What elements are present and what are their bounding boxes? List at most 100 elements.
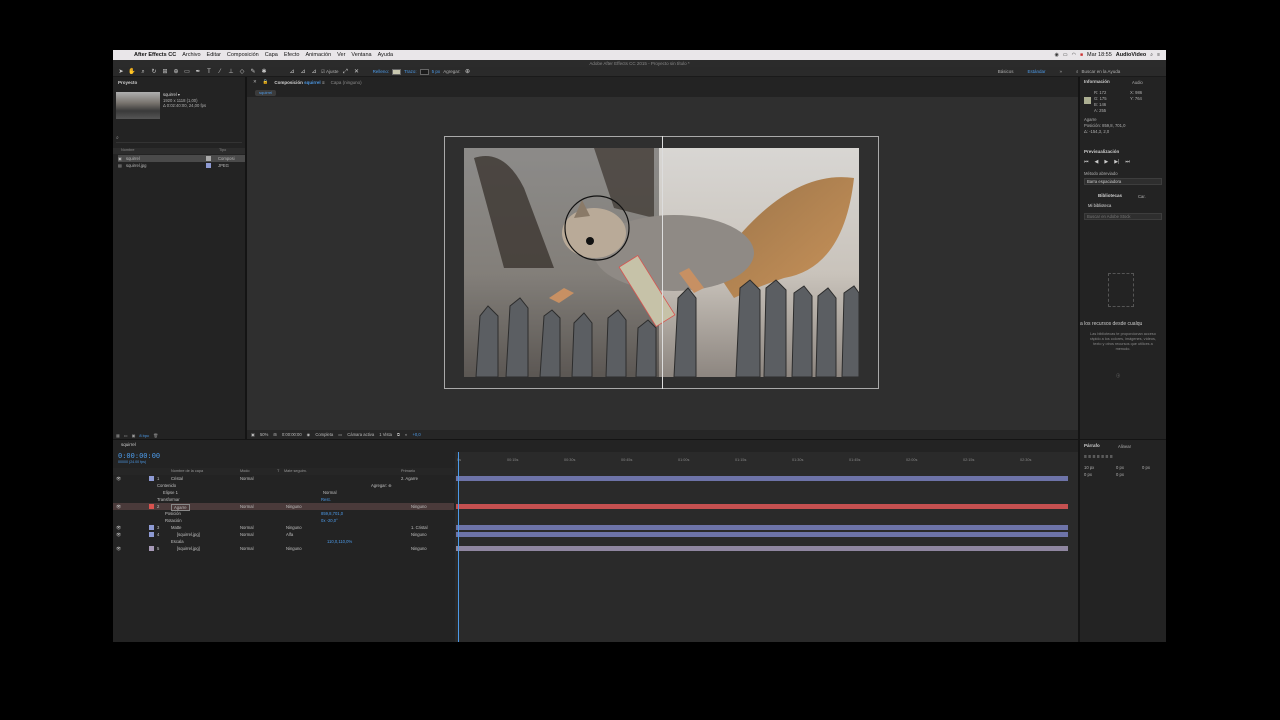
toggle-icon[interactable]: ⧉ bbox=[397, 432, 400, 437]
eye-icon[interactable]: 👁 bbox=[116, 545, 121, 552]
selection-tool-icon[interactable]: ➤ bbox=[117, 68, 125, 76]
playhead[interactable] bbox=[458, 452, 459, 642]
snap-option-icon[interactable]: ⤢ bbox=[342, 68, 350, 76]
col-name[interactable]: Nombre bbox=[121, 148, 135, 152]
layer-matte[interactable]: Ninguno bbox=[286, 503, 302, 510]
layer-mode[interactable]: Normal bbox=[240, 531, 254, 538]
alignment-icons[interactable]: ≡ ≡ ≡ ≡ ≡ ≡ ≡ bbox=[1084, 454, 1113, 460]
snap-option2-icon[interactable]: ✕ bbox=[353, 68, 361, 76]
eye-icon[interactable]: 👁 bbox=[116, 475, 121, 482]
layer-row-selected[interactable]: 👁 2 Agarre Normal Ninguno Ninguno bbox=[113, 503, 454, 511]
resolution-dropdown[interactable]: Completa bbox=[315, 432, 333, 437]
indent-left[interactable]: 10 px bbox=[1084, 465, 1094, 470]
project-item-comp[interactable]: ▣ squirrel Composi bbox=[118, 155, 245, 162]
brush-tool-icon[interactable]: ⁄ bbox=[216, 68, 224, 76]
layer-bar[interactable] bbox=[456, 476, 1068, 481]
clock[interactable]: Mar 18:55 bbox=[1087, 52, 1112, 58]
composition-viewer[interactable] bbox=[247, 97, 1078, 430]
tab-audio[interactable]: Audio bbox=[1132, 80, 1143, 85]
zoom-dropdown[interactable]: 50% bbox=[260, 432, 268, 437]
add-property[interactable]: Agregar: ⊕ bbox=[371, 482, 392, 489]
menu-efecto[interactable]: Efecto bbox=[281, 52, 303, 58]
grid-icon[interactable]: ⊞ bbox=[273, 432, 277, 437]
tab-align[interactable]: Alinear bbox=[1118, 444, 1131, 449]
layer-bar[interactable] bbox=[456, 532, 1068, 537]
hand-tool-icon[interactable]: ✋ bbox=[128, 68, 136, 76]
indent-right[interactable]: 0 px bbox=[1116, 465, 1124, 470]
views-dropdown[interactable]: 1 Vista bbox=[379, 432, 392, 437]
exposure-value[interactable]: +0,0 bbox=[412, 432, 420, 437]
pen-tool-icon[interactable]: ✒ bbox=[194, 68, 202, 76]
layer-matte[interactable]: Ninguno bbox=[286, 545, 302, 552]
library-dropdown[interactable]: Mi biblioteca bbox=[1088, 203, 1111, 208]
menu-archivo[interactable]: Archivo bbox=[179, 52, 203, 58]
pan-behind-tool-icon[interactable]: ⊕ bbox=[172, 68, 180, 76]
zoom-tool-icon[interactable]: ⌕ bbox=[139, 68, 147, 76]
tab-paragraph[interactable]: Párrafo bbox=[1084, 443, 1100, 448]
info-circle-icon[interactable]: ⓘ bbox=[1116, 373, 1120, 379]
layer-row[interactable]: 👁 5 [squirrel.jpg] Normal Ninguno Ningun… bbox=[113, 545, 454, 552]
project-item-jpg[interactable]: ▤ squirrel.jpg JPEG bbox=[118, 162, 245, 169]
world-axis-icon[interactable]: ⊿ bbox=[299, 68, 307, 76]
camera-tool-icon[interactable]: ⊞ bbox=[161, 68, 169, 76]
project-item-name[interactable]: squirrel ▾ bbox=[163, 92, 180, 97]
time-ruler[interactable]: 0s 00:15s 00:30s 00:45s 01:00s 01:15s 01… bbox=[455, 458, 1070, 468]
puppet-tool-icon[interactable]: ✱ bbox=[260, 68, 268, 76]
layer-parent[interactable]: 1. Cristal bbox=[411, 524, 428, 531]
layer-bar-selected[interactable] bbox=[456, 504, 1068, 509]
user-name[interactable]: AudioVideo bbox=[1116, 52, 1146, 58]
layer-bar[interactable] bbox=[456, 546, 1068, 551]
layer-property-row[interactable]: Transformar Rest. bbox=[113, 496, 454, 503]
menu-composicion[interactable]: Composición bbox=[224, 52, 262, 58]
layer-property-row[interactable]: Posición 859,8,701,0 bbox=[113, 510, 454, 517]
flag-icon[interactable]: ■ bbox=[1080, 52, 1083, 58]
layer-mode[interactable]: Normal bbox=[240, 524, 254, 531]
property-value[interactable]: 0x -20,0° bbox=[321, 517, 338, 524]
panel-divider[interactable] bbox=[1078, 77, 1080, 642]
col-parent[interactable]: Primario bbox=[401, 468, 415, 475]
indent-first[interactable]: 0 px bbox=[1142, 465, 1150, 470]
layer-mode[interactable]: Normal bbox=[240, 545, 254, 552]
layer-row[interactable]: 👁 1 Cristal Normal 2. Agarre bbox=[113, 475, 454, 482]
add-icon[interactable]: ⊕ bbox=[463, 68, 471, 76]
roto-brush-tool-icon[interactable]: ✎ bbox=[249, 68, 257, 76]
stroke-swatch[interactable] bbox=[419, 68, 429, 75]
view-axis-icon[interactable]: ⊿ bbox=[310, 68, 318, 76]
timeline-tracks[interactable]: 0s 00:15s 00:30s 00:45s 01:00s 01:15s 01… bbox=[455, 452, 1078, 642]
eye-icon[interactable]: 👁 bbox=[116, 531, 121, 538]
layer-matte[interactable]: Alfa bbox=[286, 531, 293, 538]
trash-icon[interactable]: 🗑 bbox=[153, 433, 158, 438]
layer-mode[interactable]: Normal bbox=[240, 503, 254, 510]
local-axis-icon[interactable]: ⊿ bbox=[288, 68, 296, 76]
stock-search[interactable]: Buscar en Adobe Stock bbox=[1084, 213, 1162, 220]
breadcrumb[interactable]: squirrel bbox=[255, 90, 277, 96]
menu-ayuda[interactable]: Ayuda bbox=[375, 52, 397, 58]
space-before[interactable]: 0 px bbox=[1084, 472, 1092, 477]
workspace-estandar[interactable]: Estándar bbox=[1027, 69, 1045, 74]
property-value[interactable]: Rest. bbox=[321, 496, 331, 503]
layer-parent[interactable]: 2. Agarre bbox=[401, 475, 418, 482]
camera-dropdown[interactable]: Cámara activa bbox=[347, 432, 374, 437]
property-mode[interactable]: Normal bbox=[323, 489, 337, 496]
first-frame-icon[interactable]: ⏮ bbox=[1084, 159, 1089, 165]
project-search[interactable]: ⌕ bbox=[116, 135, 242, 143]
bpc-toggle[interactable]: 8 bpc bbox=[139, 433, 149, 438]
prev-frame-icon[interactable]: ◀ bbox=[1095, 159, 1099, 165]
eye-icon[interactable]: 👁 bbox=[116, 503, 121, 510]
text-tool-icon[interactable]: T bbox=[205, 68, 213, 76]
tab-info[interactable]: Información bbox=[1084, 79, 1110, 84]
col-matte[interactable]: Mate seguim. bbox=[284, 468, 307, 475]
search-icon[interactable]: ⌕ bbox=[1150, 52, 1153, 58]
rectangle-tool-icon[interactable]: ▭ bbox=[183, 68, 191, 76]
timeline-tab[interactable]: squirrel bbox=[121, 442, 136, 447]
timeline-timecode[interactable]: 0:00:00:00 bbox=[118, 452, 160, 460]
exposure-icon[interactable]: ◐ bbox=[405, 432, 408, 437]
app-menu[interactable]: After Effects CC bbox=[131, 52, 179, 58]
next-frame-icon[interactable]: ▶| bbox=[1114, 159, 1119, 165]
col-mode[interactable]: Modo bbox=[240, 468, 250, 475]
layer-mode[interactable]: Normal bbox=[240, 475, 254, 482]
layer-bar[interactable] bbox=[456, 525, 1068, 530]
tab-libraries[interactable]: Bibliotecas bbox=[1098, 193, 1122, 198]
workspace-basicos[interactable]: Básicos bbox=[998, 69, 1014, 74]
last-frame-icon[interactable]: ⏭ bbox=[1125, 159, 1130, 165]
